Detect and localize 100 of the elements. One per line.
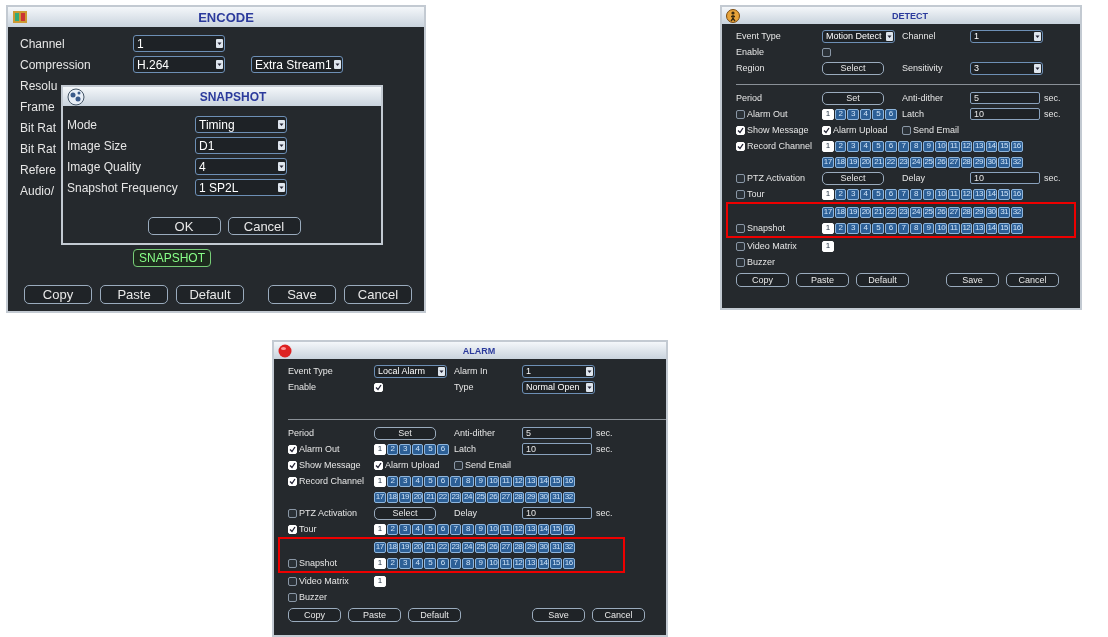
channel-toggle[interactable]: 5	[872, 140, 884, 152]
channel-toggle[interactable]: 5	[872, 188, 884, 200]
checkbox[interactable]	[288, 592, 297, 602]
channel-toggle[interactable]: 24	[462, 491, 474, 503]
channel-toggle[interactable]: 3	[847, 108, 859, 120]
channel-toggle[interactable]: 19	[399, 491, 411, 503]
channel-toggle[interactable]: 31	[998, 156, 1010, 168]
channel-toggle[interactable]: 13	[973, 140, 985, 152]
channel-toggle[interactable]: 22	[436, 541, 449, 553]
channel-toggle[interactable]: 18	[834, 156, 847, 168]
input-field[interactable]: 10	[522, 443, 592, 455]
channel-toggle[interactable]: 8	[462, 523, 474, 535]
small-button[interactable]: Select	[822, 171, 884, 185]
checkbox[interactable]	[736, 141, 745, 151]
channel-toggle[interactable]: 1	[822, 240, 834, 252]
checkbox[interactable]	[288, 508, 297, 518]
channel-toggle[interactable]: 24	[910, 206, 922, 218]
channel-toggle[interactable]: 3	[847, 222, 859, 234]
checkbox[interactable]	[374, 460, 383, 470]
channel-toggle[interactable]: 2	[386, 443, 399, 455]
channel-toggle[interactable]: 20	[859, 206, 872, 218]
channel-toggle[interactable]: 5	[872, 108, 884, 120]
channel-toggle[interactable]: 4	[411, 475, 424, 487]
checkbox[interactable]	[288, 460, 297, 470]
channel-toggle[interactable]: 26	[487, 491, 499, 503]
button[interactable]: Cancel	[344, 285, 412, 304]
dropdown[interactable]: D1	[195, 137, 287, 154]
channel-toggle[interactable]: 30	[537, 491, 550, 503]
channel-toggle[interactable]: 5	[424, 475, 436, 487]
channel-toggle[interactable]: 2	[834, 108, 847, 120]
channel-toggle[interactable]: 1	[822, 140, 834, 152]
checkbox[interactable]	[736, 109, 745, 119]
channel-toggle[interactable]: 11	[499, 475, 512, 487]
channel-toggle[interactable]: 14	[537, 523, 550, 535]
channel-toggle[interactable]: 32	[562, 491, 575, 503]
channel-toggle[interactable]: 1	[374, 575, 386, 587]
channel-toggle[interactable]: 14	[537, 475, 550, 487]
channel-toggle[interactable]: 13	[973, 188, 985, 200]
channel-toggle[interactable]: 20	[411, 491, 424, 503]
channel-toggle[interactable]: 9	[922, 222, 935, 234]
channel-toggle[interactable]: 4	[411, 557, 424, 569]
channel-toggle[interactable]: 6	[436, 557, 449, 569]
channel-toggle[interactable]: 29	[973, 156, 985, 168]
dropdown[interactable]: 1 SP2L	[195, 179, 287, 196]
channel-toggle[interactable]: 17	[822, 156, 834, 168]
button[interactable]: Copy	[24, 285, 92, 304]
channel-toggle[interactable]: 27	[499, 541, 512, 553]
dropdown[interactable]: H.264	[133, 56, 225, 73]
checkbox[interactable]	[736, 241, 745, 251]
channel-toggle[interactable]: 15	[550, 475, 562, 487]
snapshot-button[interactable]: SNAPSHOT	[133, 249, 211, 267]
dropdown[interactable]: Normal Open	[522, 380, 595, 394]
channel-toggle[interactable]: 22	[884, 156, 897, 168]
channel-toggle[interactable]: 6	[884, 108, 897, 120]
channel-toggle[interactable]: 1	[822, 108, 834, 120]
button[interactable]: Default	[176, 285, 244, 304]
channel-toggle[interactable]: 20	[411, 541, 424, 553]
channel-toggle[interactable]: 13	[525, 523, 537, 535]
channel-toggle[interactable]: 8	[462, 475, 474, 487]
channel-toggle[interactable]: 26	[935, 206, 947, 218]
button[interactable]: Default	[408, 608, 461, 622]
channel-toggle[interactable]: 29	[973, 206, 985, 218]
channel-toggle[interactable]: 1	[374, 523, 386, 535]
channel-toggle[interactable]: 16	[1010, 140, 1023, 152]
button[interactable]: Copy	[288, 608, 341, 622]
channel-toggle[interactable]: 7	[897, 188, 910, 200]
channel-toggle[interactable]: 13	[525, 475, 537, 487]
channel-toggle[interactable]: 10	[487, 557, 499, 569]
dropdown[interactable]: 4	[195, 158, 287, 175]
checkbox[interactable]	[288, 444, 297, 454]
dropdown[interactable]: 1	[522, 364, 595, 378]
channel-toggle[interactable]: 5	[424, 443, 436, 455]
channel-toggle[interactable]: 3	[399, 443, 411, 455]
button[interactable]: Save	[946, 273, 999, 287]
channel-toggle[interactable]: 11	[499, 557, 512, 569]
channel-toggle[interactable]: 23	[897, 156, 910, 168]
checkbox[interactable]	[736, 125, 745, 135]
checkbox[interactable]	[288, 558, 297, 568]
channel-toggle[interactable]: 12	[960, 140, 973, 152]
channel-toggle[interactable]: 25	[474, 491, 487, 503]
channel-toggle[interactable]: 23	[897, 206, 910, 218]
channel-toggle[interactable]: 26	[935, 156, 947, 168]
channel-toggle[interactable]: 2	[834, 222, 847, 234]
channel-toggle[interactable]: 32	[1010, 156, 1023, 168]
channel-toggle[interactable]: 3	[847, 140, 859, 152]
dropdown[interactable]: 3	[970, 61, 1043, 75]
channel-toggle[interactable]: 19	[399, 541, 411, 553]
button[interactable]: Save	[532, 608, 585, 622]
input-field[interactable]: 10	[522, 507, 592, 519]
button[interactable]: Save	[268, 285, 336, 304]
channel-toggle[interactable]: 5	[424, 523, 436, 535]
channel-toggle[interactable]: 14	[985, 222, 998, 234]
channel-toggle[interactable]: 8	[910, 140, 922, 152]
channel-toggle[interactable]: 4	[859, 188, 872, 200]
channel-toggle[interactable]: 5	[872, 222, 884, 234]
channel-toggle[interactable]: 16	[562, 475, 575, 487]
channel-toggle[interactable]: 7	[449, 475, 462, 487]
channel-toggle[interactable]: 3	[399, 475, 411, 487]
channel-toggle[interactable]: 6	[884, 140, 897, 152]
button[interactable]: Paste	[796, 273, 849, 287]
